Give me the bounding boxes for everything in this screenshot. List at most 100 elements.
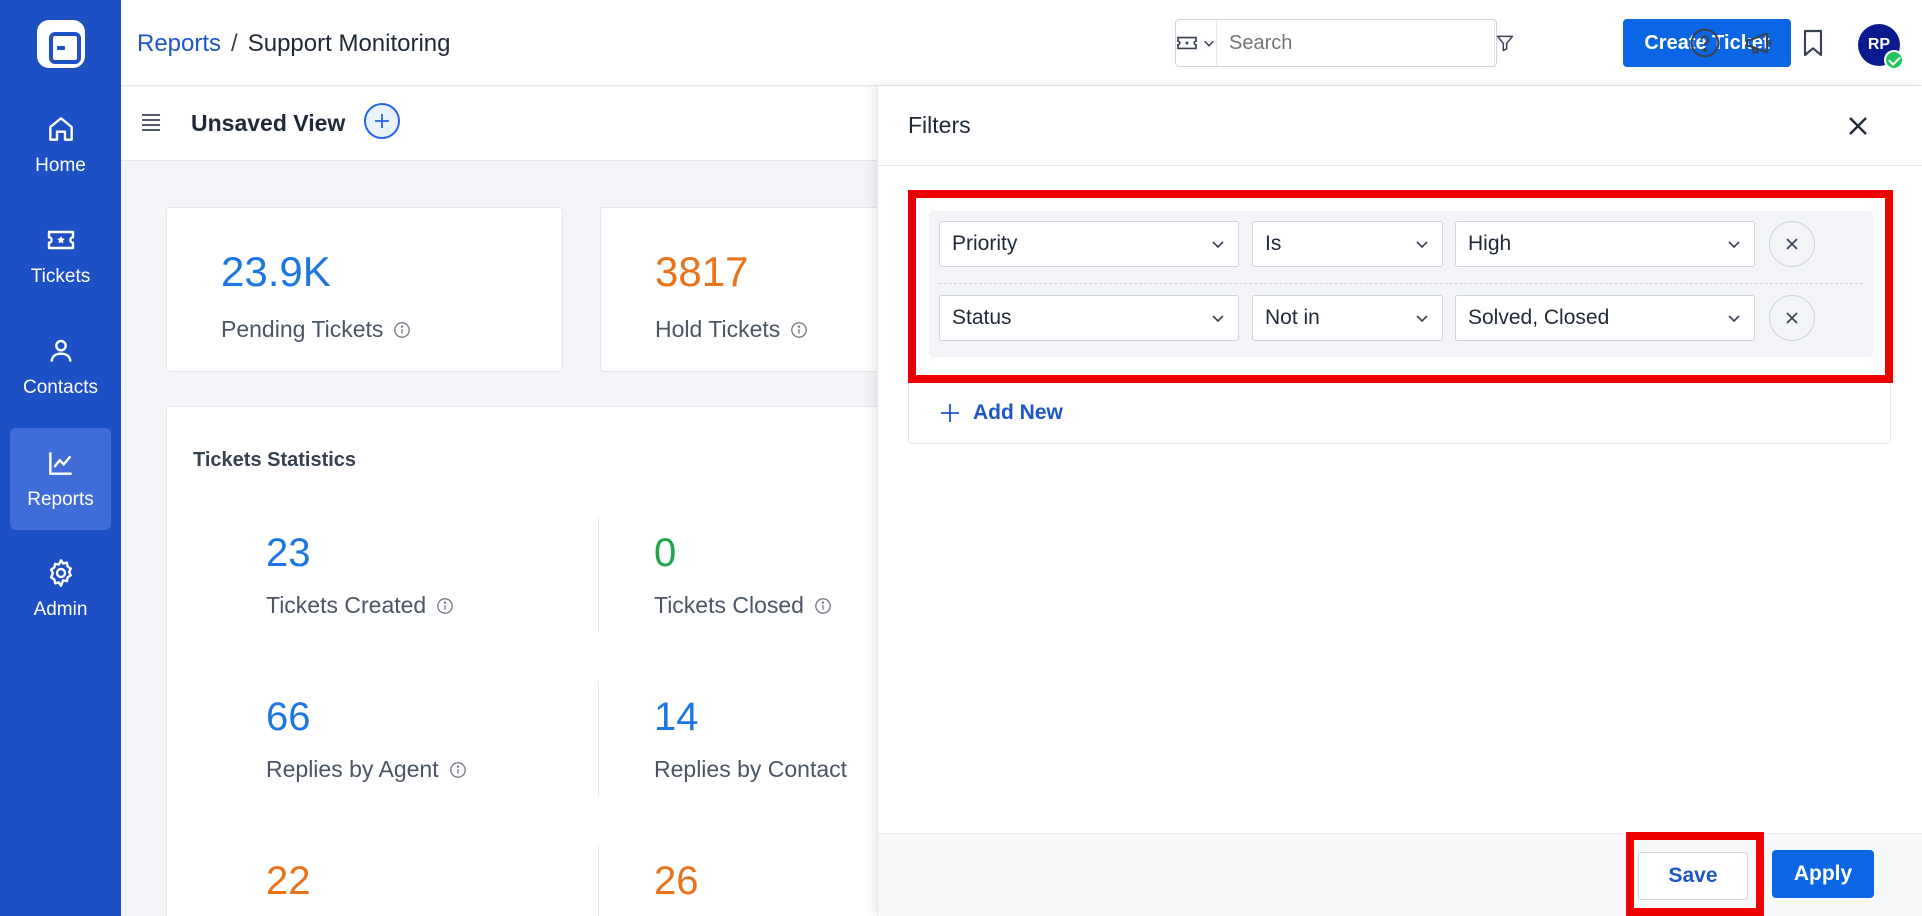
chevron-down-icon <box>1416 241 1428 249</box>
ticket-icon <box>1177 36 1197 50</box>
add-view-button[interactable] <box>364 103 400 139</box>
save-button[interactable]: Save <box>1638 852 1748 900</box>
top-bar: Reports/Support Monitoring Create Ticket… <box>121 0 1922 86</box>
stat-item: 26 <box>654 859 699 904</box>
filter-conditions-box: Priority Is High Status Not in Solved, C… <box>908 190 1891 444</box>
plus-icon <box>375 114 389 128</box>
filters-panel: Filters Priority Is High Status Not in S… <box>877 86 1922 916</box>
filters-footer: Save Apply <box>878 833 1922 916</box>
sidebar-item-label: Tickets <box>30 266 91 287</box>
search-filter-button[interactable] <box>1494 20 1515 66</box>
info-icon[interactable] <box>436 597 454 615</box>
add-new-label: Add New <box>973 401 1063 424</box>
stat-label-text: Tickets Created <box>266 592 427 618</box>
divider <box>598 517 599 633</box>
stat-label: Tickets Created <box>266 592 454 619</box>
chevron-down-icon <box>1416 315 1428 323</box>
select-value: High <box>1468 232 1512 255</box>
close-icon <box>1786 238 1798 250</box>
stat-replies-by-agent: 66 Replies by Agent <box>266 695 467 783</box>
sidebar-item-label: Admin <box>33 599 88 620</box>
chevron-down-icon <box>1728 315 1740 323</box>
filter-field-select[interactable]: Status <box>939 295 1239 341</box>
stat-value: 23 <box>266 531 311 575</box>
sidebar-item-tickets[interactable]: Tickets <box>10 205 111 307</box>
remove-filter-button[interactable] <box>1769 295 1815 341</box>
info-icon[interactable] <box>449 761 467 779</box>
online-status-icon <box>1884 50 1904 70</box>
filters-header: Filters <box>878 86 1922 166</box>
info-icon[interactable] <box>393 321 411 339</box>
breadcrumb-separator: / <box>231 30 238 57</box>
ticket-icon <box>47 230 74 250</box>
filter-icon <box>1496 35 1514 52</box>
sidebar-item-label: Contacts <box>23 377 98 398</box>
list-menu-icon[interactable] <box>139 110 163 134</box>
select-value: Not in <box>1265 306 1320 329</box>
stats-title: Tickets Statistics <box>193 449 357 471</box>
search-input[interactable] <box>1217 20 1494 66</box>
sidebar-item-contacts[interactable]: Contacts <box>10 316 111 418</box>
filter-operator-select[interactable]: Is <box>1252 221 1443 267</box>
view-title: Unsaved View <box>191 110 346 136</box>
breadcrumb: Reports / Support Monitoring <box>137 30 451 58</box>
stat-label-text: Replies by Contact <box>654 756 848 782</box>
user-icon <box>49 339 72 362</box>
kpi-value: 23.9K <box>221 248 331 295</box>
plus-icon <box>941 404 959 422</box>
sidebar-item-home[interactable]: Home <box>10 94 111 196</box>
stat-value: 26 <box>654 859 699 903</box>
chevron-down-icon <box>1212 241 1224 249</box>
divider <box>939 283 1863 284</box>
megaphone-icon[interactable] <box>1743 27 1775 59</box>
stat-label: Replies by Contact <box>654 756 847 783</box>
select-value: Solved, Closed <box>1468 306 1610 329</box>
info-icon[interactable] <box>814 597 832 615</box>
stat-tickets-created: 23 Tickets Created <box>266 531 454 619</box>
select-value: Is <box>1265 232 1282 255</box>
chevron-down-icon <box>1204 40 1214 47</box>
search-box <box>1175 19 1514 67</box>
chart-icon <box>48 452 72 475</box>
sidebar-item-label: Reports <box>27 489 94 510</box>
add-new-filter-button[interactable]: Add New <box>939 401 1063 425</box>
filter-operator-select[interactable]: Not in <box>1252 295 1443 341</box>
kpi-value: 3817 <box>655 248 749 295</box>
kpi-label: Hold Tickets <box>655 316 808 343</box>
remove-filter-button[interactable] <box>1769 221 1815 267</box>
stat-value: 14 <box>654 695 699 739</box>
home-icon <box>48 117 73 141</box>
filter-value-select[interactable]: Solved, Closed <box>1455 295 1755 341</box>
divider <box>598 845 599 916</box>
filter-group: Priority Is High Status Not in Solved, C… <box>929 211 1873 357</box>
stat-label: Replies by Agent <box>266 756 467 783</box>
tickets-statistics-card: Tickets Statistics 23 Tickets Created 0 … <box>166 406 880 916</box>
filter-field-select[interactable]: Priority <box>939 221 1239 267</box>
stat-value: 0 <box>654 531 677 575</box>
chevron-down-icon <box>1728 241 1740 249</box>
sidebar-item-reports[interactable]: Reports <box>10 428 111 530</box>
sidebar-item-admin[interactable]: Admin <box>10 538 111 640</box>
app-logo[interactable] <box>37 20 85 68</box>
bookmark-icon[interactable] <box>1797 27 1829 59</box>
kpi-label: Pending Tickets <box>221 316 411 343</box>
filter-value-select[interactable]: High <box>1455 221 1755 267</box>
info-icon[interactable] <box>790 321 808 339</box>
apply-button[interactable]: Apply <box>1772 850 1874 898</box>
sidebar-item-label: Home <box>35 155 86 176</box>
kpi-card-hold: 3817 Hold Tickets <box>600 207 880 372</box>
kpi-card-pending: 23.9K Pending Tickets <box>166 207 563 372</box>
select-value: Priority <box>952 232 1018 255</box>
sidebar: Home Tickets Contacts Reports Admin <box>0 0 121 916</box>
search-type-dropdown[interactable] <box>1176 20 1217 66</box>
breadcrumb-reports-link[interactable]: Reports <box>137 30 221 57</box>
filters-title: Filters <box>908 112 971 138</box>
stat-replies-by-contact: 14 Replies by Contact <box>654 695 847 783</box>
chevron-down-icon <box>1212 315 1224 323</box>
help-icon[interactable] <box>1689 27 1721 59</box>
stat-value: 66 <box>266 695 311 739</box>
kpi-label-text: Pending Tickets <box>221 316 384 342</box>
breadcrumb-current: Support Monitoring <box>247 30 451 57</box>
stat-label-text: Replies by Agent <box>266 756 439 782</box>
close-icon[interactable] <box>1842 110 1874 142</box>
